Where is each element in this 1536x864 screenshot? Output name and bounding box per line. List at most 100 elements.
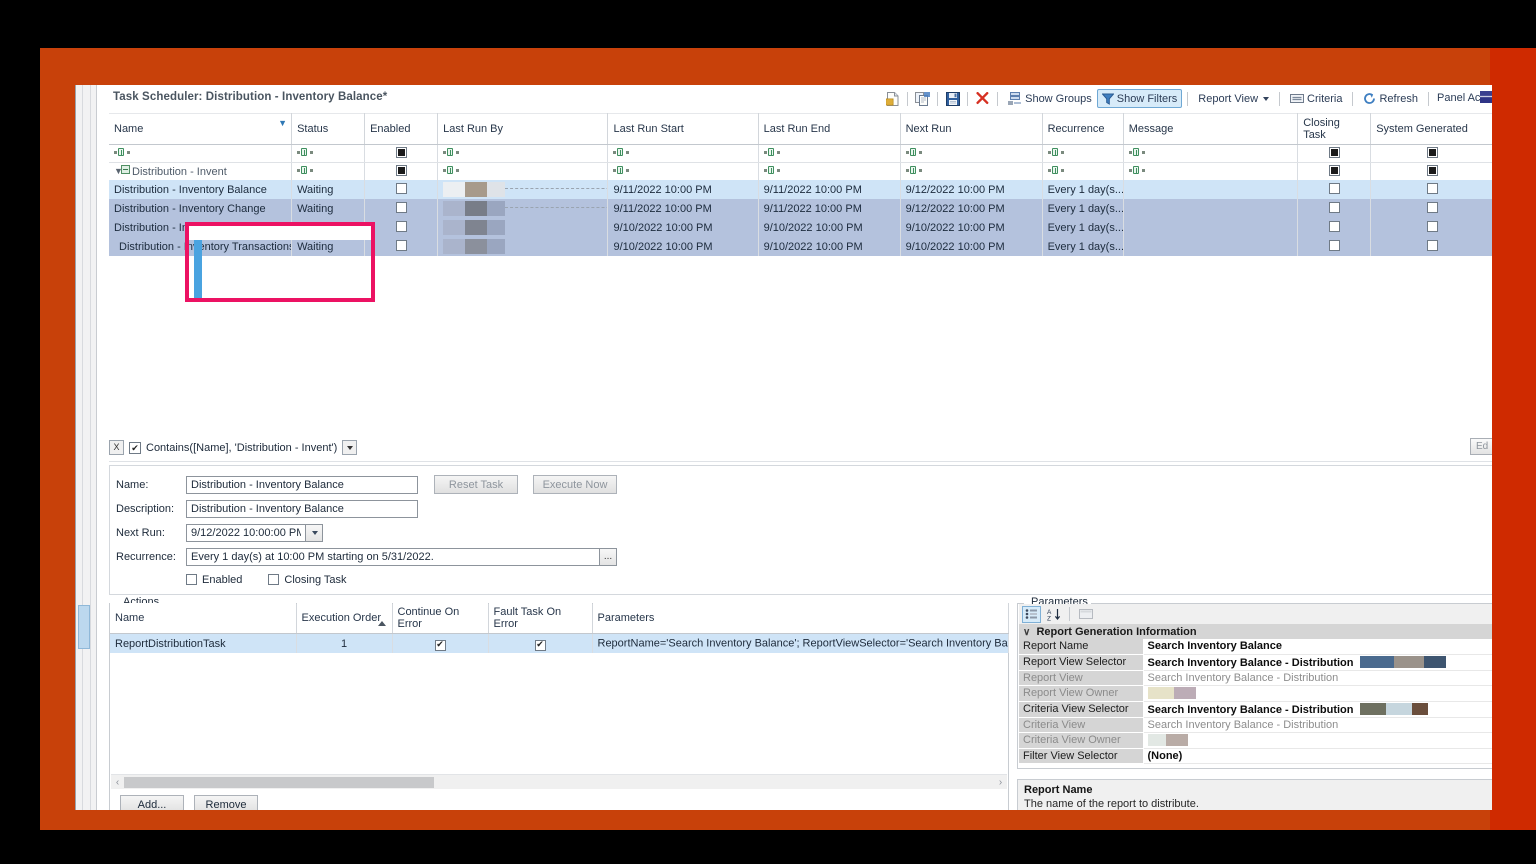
alphabetical-sort-icon[interactable]: A Z (1044, 606, 1063, 623)
column-header-last-run-start[interactable]: Last Run Start (608, 114, 758, 145)
cell-last-run-end[interactable] (758, 163, 900, 181)
cell-system-generated[interactable] (1371, 218, 1492, 237)
filter-cell[interactable] (608, 145, 758, 163)
cell-next-run[interactable]: 9/12/2022 10:00 PM (900, 180, 1042, 199)
action-cell-continue-on-error[interactable] (392, 634, 488, 654)
row-closing-task-checkbox[interactable] (1329, 240, 1340, 251)
funnel-active-icon[interactable]: ▼ (278, 118, 287, 128)
reset-task-button[interactable]: Reset Task (434, 475, 518, 494)
action-cell-fault-task-on-error[interactable] (488, 634, 592, 654)
cell-message[interactable] (1123, 163, 1297, 181)
filter-cell[interactable] (900, 145, 1042, 163)
delete-icon[interactable] (973, 90, 992, 108)
cell-recurrence[interactable]: Every 1 day(s... (1042, 218, 1123, 237)
row-enabled-checkbox[interactable] (396, 183, 407, 194)
filter-history-dropdown[interactable] (342, 440, 357, 455)
cell-enabled[interactable] (365, 163, 438, 181)
name-input[interactable] (186, 476, 418, 494)
scroll-right-arrow[interactable]: › (994, 777, 1007, 788)
cell-closing-task[interactable] (1298, 180, 1371, 199)
cell-recurrence[interactable]: Every 1 day(s... (1042, 237, 1123, 256)
row-enabled-checkbox[interactable] (396, 221, 407, 232)
enabled-checkbox[interactable] (186, 574, 197, 585)
enabled-checkbox-group[interactable]: Enabled (186, 574, 242, 586)
cell-enabled[interactable] (365, 237, 438, 256)
actions-column-continue-on-error[interactable]: Continue On Error (392, 603, 488, 634)
parameter-category[interactable]: ∨ Report Generation Information (1019, 624, 1492, 639)
parameter-value[interactable]: Search Inventory Balance - Distribution (1143, 701, 1492, 717)
table-row[interactable]: Distribution - Inventory BalanceWaiting9… (109, 180, 1492, 199)
description-input[interactable] (186, 500, 418, 518)
show-filters-button[interactable]: Show Filters (1097, 89, 1183, 108)
filter-enabled-tristate[interactable] (396, 147, 407, 158)
column-header-message[interactable]: Message (1123, 114, 1297, 145)
cell-last-run-by[interactable] (438, 180, 608, 199)
fault-task-on-error-checkbox[interactable] (535, 640, 546, 651)
parameter-value[interactable]: Search Inventory Balance - Distribution (1143, 717, 1492, 732)
parameter-row[interactable]: Report View Owner (1019, 685, 1492, 701)
cell-last-run-end[interactable]: 9/11/2022 10:00 PM (758, 180, 900, 199)
copy-icon[interactable] (913, 90, 932, 108)
cell-status[interactable] (292, 163, 365, 181)
scroll-left-arrow[interactable]: ‹ (111, 777, 124, 788)
filter-cell[interactable] (438, 145, 608, 163)
parameter-category-row[interactable]: ∨ Report Generation Information (1019, 624, 1492, 639)
table-row[interactable]: ReportDistributionTask1ReportName='Searc… (110, 634, 1008, 654)
cell-system-generated[interactable] (1371, 199, 1492, 218)
execute-now-button[interactable]: Execute Now (533, 475, 617, 494)
filter-cell[interactable] (1123, 145, 1297, 163)
scrollbar-thumb[interactable] (124, 777, 434, 788)
cell-enabled[interactable] (365, 180, 438, 199)
parameter-row[interactable]: Report View SelectorSearch Inventory Bal… (1019, 654, 1492, 670)
cell-closing-task[interactable] (1298, 218, 1371, 237)
cell-closing-task[interactable] (1298, 237, 1371, 256)
task-grid-container[interactable]: Name ▼ Status Enabled Last Run By Last R… (109, 113, 1492, 328)
filter-cell[interactable] (1042, 145, 1123, 163)
cell-closing-task[interactable] (1298, 199, 1371, 218)
parameter-value[interactable]: Search Inventory Balance - Distribution (1143, 670, 1492, 685)
cell-recurrence[interactable]: Every 1 day(s... (1042, 199, 1123, 218)
parameter-row[interactable]: Filter View Selector(None) (1019, 748, 1492, 763)
filter-cell[interactable] (109, 145, 292, 163)
table-row[interactable]: ▼Distribution - Invent (109, 163, 1492, 181)
row-closing-task-checkbox[interactable] (1329, 165, 1340, 176)
remove-action-button[interactable]: Remove (194, 795, 258, 810)
filter-cell-system-generated[interactable] (1371, 145, 1492, 163)
cell-recurrence[interactable] (1042, 163, 1123, 181)
column-header-closing-task[interactable]: Closing Task (1298, 114, 1371, 145)
parameter-row[interactable]: Report NameSearch Inventory Balance (1019, 639, 1492, 654)
actions-column-execution-order[interactable]: Execution Order (296, 603, 392, 634)
column-header-status[interactable]: Status (292, 114, 365, 145)
next-run-input[interactable] (186, 524, 306, 542)
cell-closing-task[interactable] (1298, 163, 1371, 181)
cell-system-generated[interactable] (1371, 163, 1492, 181)
cell-next-run[interactable]: 9/12/2022 10:00 PM (900, 199, 1042, 218)
parameter-value[interactable] (1143, 685, 1492, 701)
row-system-generated-checkbox[interactable] (1427, 221, 1438, 232)
cell-last-run-end[interactable]: 9/11/2022 10:00 PM (758, 199, 900, 218)
cell-last-run-end[interactable]: 9/10/2022 10:00 PM (758, 237, 900, 256)
parameter-value[interactable] (1143, 732, 1492, 748)
categorized-view-icon[interactable] (1022, 606, 1041, 623)
cell-last-run-by[interactable] (438, 237, 608, 256)
edit-filter-button[interactable]: Ed (1470, 438, 1492, 455)
property-pages-icon[interactable] (1076, 606, 1095, 623)
cell-next-run[interactable] (900, 163, 1042, 181)
actions-column-parameters[interactable]: Parameters (592, 603, 1008, 634)
cell-system-generated[interactable] (1371, 237, 1492, 256)
criteria-button[interactable]: Criteria (1285, 89, 1347, 108)
cell-recurrence[interactable]: Every 1 day(s... (1042, 180, 1123, 199)
cell-next-run[interactable]: 9/10/2022 10:00 PM (900, 237, 1042, 256)
actions-column-fault-task-on-error[interactable]: Fault Task On Error (488, 603, 592, 634)
filter-cell[interactable] (758, 145, 900, 163)
column-header-name[interactable]: Name ▼ (109, 114, 292, 145)
cell-next-run[interactable]: 9/10/2022 10:00 PM (900, 218, 1042, 237)
recurrence-input[interactable] (186, 548, 600, 566)
filter-cell[interactable] (292, 145, 365, 163)
row-enabled-checkbox[interactable] (396, 202, 407, 213)
parameter-value[interactable]: (None) (1143, 748, 1492, 763)
actions-column-name[interactable]: Name (110, 603, 296, 634)
row-closing-task-checkbox[interactable] (1329, 221, 1340, 232)
parameter-value[interactable]: Search Inventory Balance (1143, 639, 1492, 654)
cell-last-run-start[interactable]: 9/10/2022 10:00 PM (608, 218, 758, 237)
